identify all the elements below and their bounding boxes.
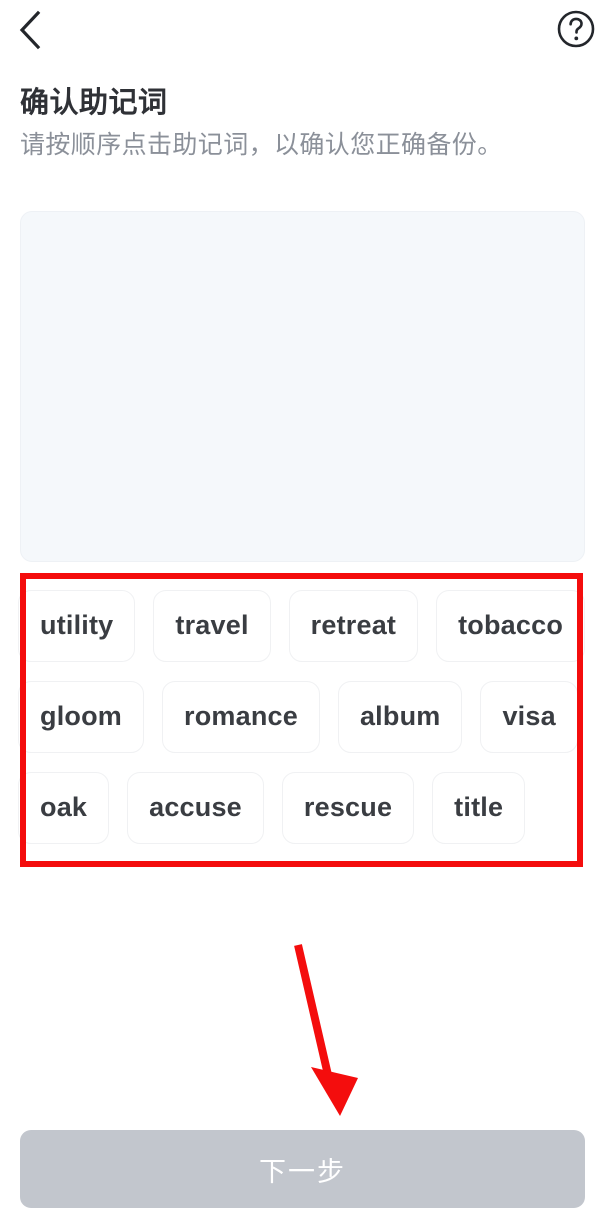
page-subtitle: 请按顺序点击助记词，以确认您正确备份。 xyxy=(20,131,503,159)
word-chip[interactable]: tobacco xyxy=(436,589,586,662)
word-chip[interactable]: album xyxy=(337,680,463,753)
help-button[interactable] xyxy=(554,7,598,51)
word-bank-row: oak accuse rescue title xyxy=(18,762,585,853)
word-chip[interactable]: retreat xyxy=(288,589,419,662)
word-chip[interactable]: oak xyxy=(18,771,110,844)
arrow-down-icon xyxy=(294,944,358,1116)
back-button[interactable] xyxy=(4,4,56,56)
chevron-left-icon xyxy=(17,10,43,50)
navbar xyxy=(0,0,610,62)
word-chip[interactable]: rescue xyxy=(281,771,415,844)
word-chip[interactable]: romance xyxy=(162,680,320,753)
word-chip[interactable]: gloom xyxy=(18,680,144,753)
selected-words-panel[interactable] xyxy=(20,211,585,562)
word-chip[interactable]: title xyxy=(432,771,526,844)
word-chip[interactable]: accuse xyxy=(127,771,264,844)
question-circle-icon xyxy=(556,9,596,49)
word-chip[interactable]: visa xyxy=(480,680,578,753)
word-bank-row: gloom romance album visa xyxy=(18,671,585,762)
word-bank-row: utility travel retreat tobacco xyxy=(18,580,586,671)
word-chip[interactable]: travel xyxy=(153,589,271,662)
page-title: 确认助记词 xyxy=(20,87,168,119)
next-step-button[interactable]: 下一步 xyxy=(20,1130,585,1208)
instruction-arrow-overlay xyxy=(0,920,610,1130)
word-chip[interactable]: utility xyxy=(18,589,136,662)
heading-block: 确认助记词 请按顺序点击助记词，以确认您正确备份。 xyxy=(20,84,580,162)
word-bank: utility travel retreat tobacco gloom rom… xyxy=(18,580,586,862)
